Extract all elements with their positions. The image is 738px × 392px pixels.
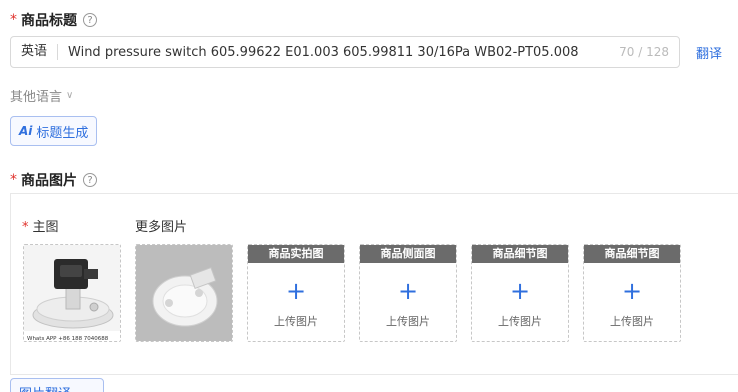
translate-link[interactable]: 翻译 [696,43,722,62]
other-languages-label: 其他语言 [10,90,63,105]
plus-icon: + [509,277,531,305]
more-images-label: 更多图片 [135,220,188,235]
upload-card-detail-1[interactable]: 商品细节图 + 上传图片 [471,244,569,342]
product-image-label: * 商品图片 ? [10,170,97,190]
ai-icon: Ai [19,124,33,138]
upload-card-detail-2[interactable]: 商品细节图 + 上传图片 [583,244,681,342]
image-translate-button[interactable]: 图片翻译 [10,378,104,392]
main-image-caption: Whats APP +86 188 7040688 [27,336,109,342]
plus-icon: + [621,277,643,305]
plus-icon: + [285,277,307,305]
plus-icon: + [397,277,419,305]
product-title-label-text: 商品标题 [21,13,77,29]
upload-card-title: 商品侧面图 [360,245,456,263]
upload-card-side-view[interactable]: 商品侧面图 + 上传图片 [359,244,457,342]
main-image-label-text: 主图 [32,220,59,235]
upload-card-title: 商品细节图 [472,245,568,263]
product-image-label-text: 商品图片 [21,173,77,189]
upload-card-title: 商品细节图 [584,245,680,263]
upload-image-label: 上传图片 [498,315,542,328]
required-mark: * [22,220,29,235]
product-title-label: * 商品标题 ? [10,10,97,30]
help-icon[interactable]: ? [83,13,97,27]
upload-image-label: 上传图片 [274,315,318,328]
more-image-thumbnail[interactable] [135,244,233,342]
product-title-input[interactable]: 英语 Wind pressure switch 605.99622 E01.00… [10,36,680,68]
upload-card-real-photo[interactable]: 商品实拍图 + 上传图片 [247,244,345,342]
language-tag: 英语 [21,44,59,60]
product-title-value[interactable]: Wind pressure switch 605.99622 E01.003 6… [68,45,609,60]
upload-image-label: 上传图片 [386,315,430,328]
other-languages-toggle[interactable]: 其他语言 ∨ [10,86,73,105]
upload-card-title: 商品实拍图 [248,245,344,263]
char-counter: 70 / 128 [619,45,669,59]
main-image-label: * 主图 [22,216,59,235]
main-image-thumbnail[interactable]: Whats APP +86 188 7040688 [23,244,121,342]
upload-image-label: 上传图片 [610,315,654,328]
required-mark: * [10,12,17,28]
pressure-switch-photo: Whats APP +86 188 7040688 [24,245,120,342]
chevron-down-icon: ∨ [66,90,74,101]
pressure-switch-photo-2 [136,245,232,341]
ai-title-generate-label: 标题生成 [36,125,89,141]
required-mark: * [10,172,17,188]
ai-title-generate-button[interactable]: Ai 标题生成 [10,116,98,146]
help-icon[interactable]: ? [83,173,97,187]
